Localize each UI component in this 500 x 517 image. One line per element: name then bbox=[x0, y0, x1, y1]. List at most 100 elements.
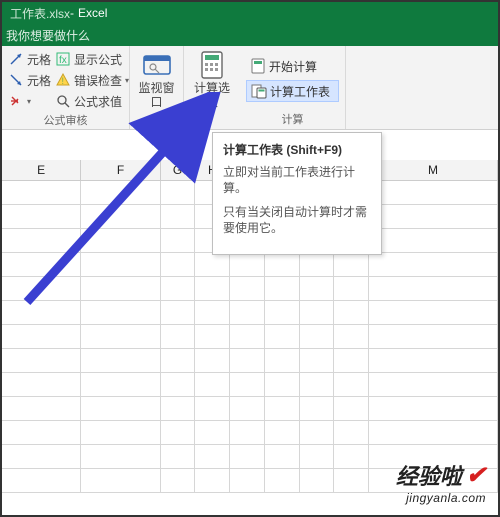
show-formulas-button[interactable]: fx 显示公式 bbox=[55, 49, 129, 69]
cell[interactable] bbox=[230, 349, 265, 373]
cell[interactable] bbox=[334, 469, 369, 493]
error-check-button[interactable]: ! 错误检查 ▾ bbox=[55, 70, 129, 90]
remove-arrows-button[interactable]: ▾ bbox=[8, 91, 51, 111]
cell[interactable] bbox=[265, 253, 300, 277]
cell[interactable] bbox=[195, 373, 230, 397]
cell[interactable] bbox=[2, 397, 81, 421]
cell[interactable] bbox=[2, 277, 81, 301]
cell[interactable] bbox=[265, 349, 300, 373]
col-header[interactable]: E bbox=[2, 160, 81, 180]
cell[interactable] bbox=[161, 421, 196, 445]
cell[interactable] bbox=[81, 181, 160, 205]
cell[interactable] bbox=[334, 277, 369, 301]
cell[interactable] bbox=[334, 325, 369, 349]
cell[interactable] bbox=[230, 469, 265, 493]
col-header[interactable]: G bbox=[161, 160, 196, 180]
cell[interactable] bbox=[195, 469, 230, 493]
cell[interactable] bbox=[300, 253, 335, 277]
cell[interactable] bbox=[369, 181, 498, 205]
cell[interactable] bbox=[369, 373, 498, 397]
cell[interactable] bbox=[300, 421, 335, 445]
cell[interactable] bbox=[81, 373, 160, 397]
cell[interactable] bbox=[334, 421, 369, 445]
cell[interactable] bbox=[334, 445, 369, 469]
cell[interactable] bbox=[300, 445, 335, 469]
cell[interactable] bbox=[81, 397, 160, 421]
cell[interactable] bbox=[195, 253, 230, 277]
cell[interactable] bbox=[161, 373, 196, 397]
cell[interactable] bbox=[230, 397, 265, 421]
cell[interactable] bbox=[2, 445, 81, 469]
cell[interactable] bbox=[230, 445, 265, 469]
cell[interactable] bbox=[161, 277, 196, 301]
cell[interactable] bbox=[300, 349, 335, 373]
cell[interactable] bbox=[2, 373, 81, 397]
evaluate-formula-button[interactable]: 公式求值 bbox=[55, 91, 129, 111]
cell[interactable] bbox=[81, 349, 160, 373]
cell[interactable] bbox=[369, 205, 498, 229]
cell[interactable] bbox=[2, 301, 81, 325]
cell[interactable] bbox=[230, 421, 265, 445]
tellme-bar[interactable]: 我你想要做什么 bbox=[2, 24, 498, 46]
cell[interactable] bbox=[2, 421, 81, 445]
cell[interactable] bbox=[195, 349, 230, 373]
trace-dependents-button[interactable]: 元格 bbox=[8, 70, 51, 90]
cell[interactable] bbox=[230, 277, 265, 301]
cell[interactable] bbox=[161, 253, 196, 277]
cell[interactable] bbox=[161, 469, 196, 493]
col-header[interactable]: F bbox=[81, 160, 160, 180]
cell[interactable] bbox=[81, 205, 160, 229]
cell[interactable] bbox=[195, 325, 230, 349]
cell[interactable] bbox=[369, 301, 498, 325]
cell[interactable] bbox=[230, 373, 265, 397]
cell[interactable] bbox=[161, 205, 196, 229]
cell[interactable] bbox=[369, 229, 498, 253]
cell[interactable] bbox=[81, 445, 160, 469]
cell[interactable] bbox=[265, 469, 300, 493]
cell[interactable] bbox=[265, 325, 300, 349]
cell[interactable] bbox=[81, 229, 160, 253]
cell[interactable] bbox=[161, 229, 196, 253]
cell[interactable] bbox=[265, 277, 300, 301]
cell[interactable] bbox=[81, 421, 160, 445]
cell[interactable] bbox=[161, 397, 196, 421]
cell[interactable] bbox=[2, 349, 81, 373]
cell[interactable] bbox=[265, 301, 300, 325]
trace-precedents-button[interactable]: 元格 bbox=[8, 49, 51, 69]
cell[interactable] bbox=[81, 253, 160, 277]
watch-window-button[interactable]: 监视窗口 bbox=[136, 49, 177, 114]
cell[interactable] bbox=[195, 445, 230, 469]
cell[interactable] bbox=[334, 349, 369, 373]
cell[interactable] bbox=[2, 469, 81, 493]
cell[interactable] bbox=[81, 325, 160, 349]
cell[interactable] bbox=[195, 421, 230, 445]
cell[interactable] bbox=[2, 253, 81, 277]
cell[interactable] bbox=[300, 373, 335, 397]
cell[interactable] bbox=[195, 397, 230, 421]
cell[interactable] bbox=[300, 277, 335, 301]
cell[interactable] bbox=[230, 253, 265, 277]
cell[interactable] bbox=[300, 301, 335, 325]
cell[interactable] bbox=[265, 421, 300, 445]
cell[interactable] bbox=[300, 469, 335, 493]
cell[interactable] bbox=[369, 397, 498, 421]
cell[interactable] bbox=[195, 277, 230, 301]
cell[interactable] bbox=[81, 469, 160, 493]
cell[interactable] bbox=[369, 349, 498, 373]
cell[interactable] bbox=[161, 349, 196, 373]
cell[interactable] bbox=[161, 301, 196, 325]
cell[interactable] bbox=[369, 421, 498, 445]
cell[interactable] bbox=[2, 229, 81, 253]
cell[interactable] bbox=[265, 373, 300, 397]
calculate-sheet-button[interactable]: 计算工作表 bbox=[246, 80, 339, 102]
cell[interactable] bbox=[369, 325, 498, 349]
cell[interactable] bbox=[161, 325, 196, 349]
calc-options-button[interactable]: 计算选项 ▾ bbox=[190, 49, 234, 118]
cell[interactable] bbox=[230, 325, 265, 349]
cell[interactable] bbox=[2, 205, 81, 229]
cell[interactable] bbox=[161, 445, 196, 469]
cell[interactable] bbox=[300, 397, 335, 421]
col-header[interactable]: M bbox=[369, 160, 498, 180]
cell[interactable] bbox=[81, 277, 160, 301]
cell[interactable] bbox=[230, 301, 265, 325]
